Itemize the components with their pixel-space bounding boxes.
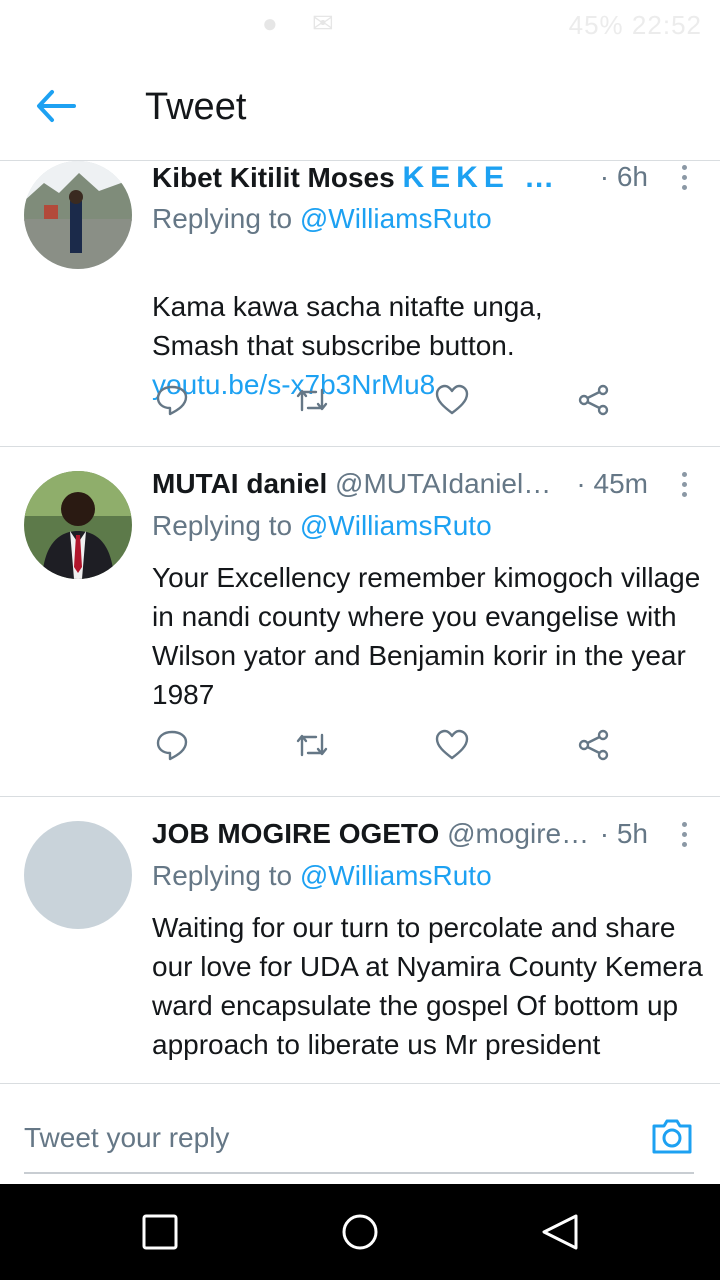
like-button[interactable] — [434, 727, 474, 767]
avatar-photo — [24, 471, 132, 579]
avatar[interactable] — [24, 161, 132, 269]
retweet-icon — [296, 388, 328, 412]
replying-to: Replying to @WilliamsRuto — [152, 510, 492, 542]
back-nav-button[interactable] — [540, 1212, 580, 1252]
mention-link[interactable]: @WilliamsRuto — [300, 510, 492, 541]
retweet-button[interactable] — [294, 727, 334, 767]
tweet-actions — [150, 382, 620, 426]
retweet-button[interactable] — [294, 382, 334, 422]
author-name-suffix: KEKE … — [402, 161, 561, 194]
tweet-time: · 45m — [576, 468, 648, 499]
mention-link[interactable]: @WilliamsRuto — [300, 203, 492, 234]
author-handle[interactable]: @mogire… — [447, 818, 589, 849]
retweet-icon — [296, 733, 328, 757]
share-button[interactable] — [576, 727, 616, 767]
avatar-photo — [24, 161, 132, 269]
tweet-header: MUTAI daniel @MUTAIdaniel… · 45m — [152, 468, 720, 508]
page-title: Tweet — [145, 86, 247, 128]
message-icon: ✉ — [312, 8, 334, 38]
status-bar: ● ✉ 45% 22:52 — [0, 0, 720, 50]
reply-composer — [0, 1083, 720, 1184]
replying-to: Replying to @WilliamsRuto — [152, 203, 492, 235]
tweet-reply-input[interactable] — [24, 1104, 694, 1174]
system-nav-bar — [0, 1184, 720, 1280]
home-button[interactable] — [340, 1212, 380, 1252]
more-options-icon[interactable] — [680, 822, 690, 852]
clock: 22:52 — [631, 10, 702, 40]
heart-icon — [435, 729, 469, 760]
share-icon — [578, 384, 609, 416]
battery-level: 45% — [568, 10, 624, 40]
replying-to: Replying to @WilliamsRuto — [152, 860, 492, 892]
recents-button[interactable] — [140, 1212, 180, 1252]
status-right: 45% 22:52 — [569, 10, 702, 41]
author-name[interactable]: JOB MOGIRE OGETO — [152, 818, 439, 849]
author-handle[interactable]: @MUTAIdaniel… — [335, 468, 551, 499]
avatar[interactable] — [24, 821, 132, 929]
tweet-card[interactable]: Kibet Kitilit Moses KEKE … · 6h Replying… — [0, 161, 720, 447]
camera-button[interactable] — [650, 1114, 694, 1158]
tweet-card[interactable]: MUTAI daniel @MUTAIdaniel… · 45m Replyin… — [0, 447, 720, 797]
arrow-left-icon — [37, 90, 76, 122]
reply-icon — [156, 730, 188, 761]
tweet-time: · 6h — [599, 161, 648, 192]
replying-to-label: Replying to — [152, 203, 300, 234]
replying-to-label: Replying to — [152, 510, 300, 541]
share-icon — [578, 729, 609, 761]
camera-icon — [652, 1119, 692, 1154]
mention-link[interactable]: @WilliamsRuto — [300, 860, 492, 891]
lock-icon: ● — [262, 8, 278, 38]
share-button[interactable] — [576, 382, 616, 422]
tweet-time: · 5h — [599, 818, 648, 849]
tweet-text: Waiting for our turn to percolate and sh… — [152, 912, 703, 1060]
reply-icon — [156, 385, 188, 416]
tweet-body: Kama kawa sacha nitafte unga, Smash that… — [152, 291, 543, 361]
back-triangle-icon — [542, 1214, 578, 1250]
tweet-header: Kibet Kitilit Moses KEKE … · 6h — [152, 161, 720, 201]
like-button[interactable] — [434, 382, 474, 422]
replies-feed[interactable]: Kibet Kitilit Moses KEKE … · 6h Replying… — [0, 161, 720, 1081]
author-name[interactable]: Kibet Kitilit Moses — [152, 162, 395, 193]
reply-button[interactable] — [154, 382, 194, 422]
replying-to-label: Replying to — [152, 860, 300, 891]
author-name[interactable]: MUTAI daniel — [152, 468, 327, 499]
tweet-card[interactable]: JOB MOGIRE OGETO @mogire… · 5h Replying … — [0, 797, 720, 1081]
tweet-actions — [150, 727, 620, 771]
more-options-icon[interactable] — [680, 165, 690, 195]
heart-icon — [435, 384, 469, 415]
tweet-text: Your Excellency remember kimogoch villag… — [152, 562, 701, 710]
app-header: Tweet — [0, 50, 720, 161]
more-options-icon[interactable] — [680, 472, 690, 502]
tweet-header: JOB MOGIRE OGETO @mogire… · 5h — [152, 818, 720, 858]
back-button[interactable] — [34, 88, 78, 124]
reply-button[interactable] — [154, 727, 194, 767]
recents-square-icon — [142, 1214, 178, 1250]
home-circle-icon — [342, 1214, 378, 1250]
avatar[interactable] — [24, 471, 132, 579]
